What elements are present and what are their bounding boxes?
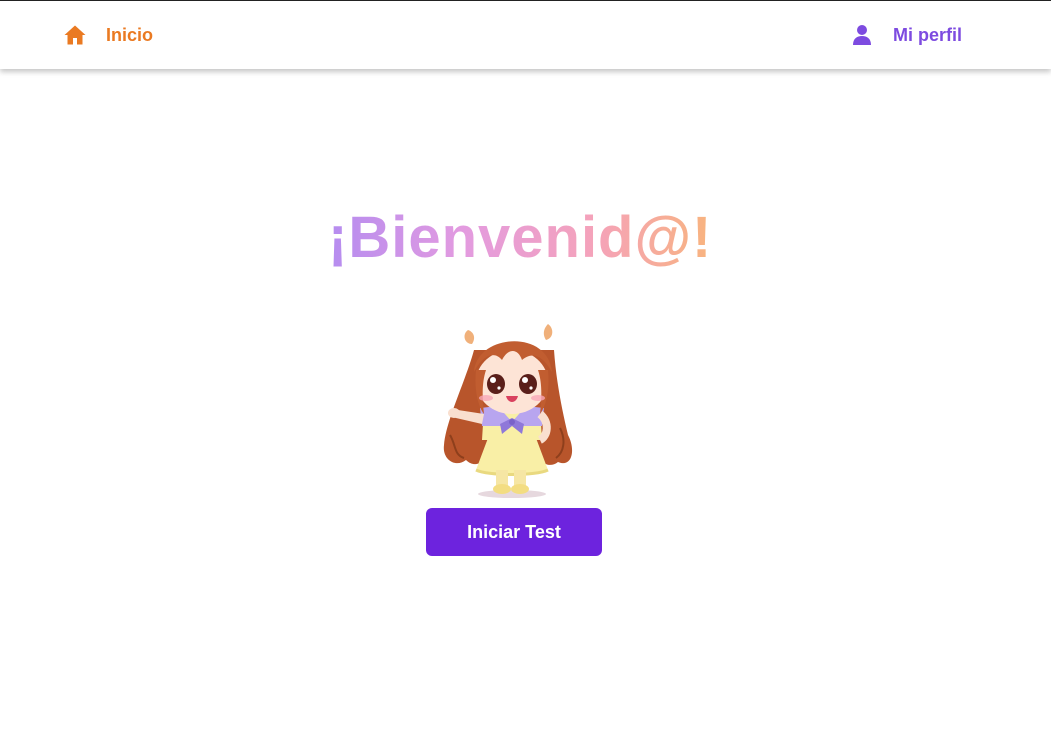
welcome-title: ¡Bienvenid@! <box>328 200 712 276</box>
nav-home-label: Inicio <box>106 25 154 45</box>
nav-profile-link[interactable]: Mi perfil <box>850 23 962 47</box>
top-navbar: Inicio Mi perfil <box>0 0 1051 69</box>
user-icon <box>850 23 874 47</box>
mascot-illustration <box>436 310 582 500</box>
nav-profile-label: Mi perfil <box>893 25 963 45</box>
start-test-button[interactable]: Iniciar Test <box>426 508 602 556</box>
nav-home-link[interactable]: Inicio <box>63 23 153 47</box>
home-icon <box>63 23 87 47</box>
